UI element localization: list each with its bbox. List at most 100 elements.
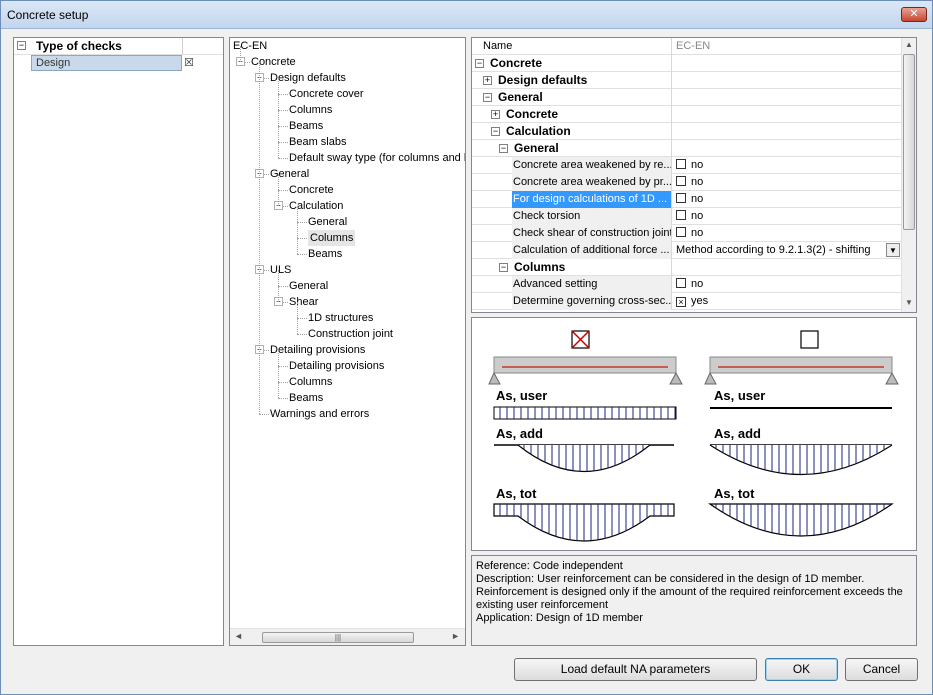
grid-row[interactable]: Concrete area weakened by pr... no [472,174,902,191]
grid-row-value[interactable] [671,89,902,106]
tree-item-concrete[interactable]: Concrete [289,182,334,198]
grid-row-value[interactable]: × yes [671,293,902,310]
type-of-checks-header: − Type of checks [14,38,223,55]
as-user-label-right: As, user [714,388,765,403]
collapse-icon[interactable]: − [17,41,26,50]
collapse-icon[interactable]: − [475,59,484,68]
scroll-down-icon[interactable]: ▼ [905,298,913,307]
checkbox[interactable] [676,193,686,203]
design-checkbox[interactable]: ☒ [184,56,194,69]
grid-row[interactable]: − General [472,89,902,106]
grid-row-value[interactable]: Method according to 9.2.1.3(2) - shiftin… [671,242,902,259]
tree-item-detailing-provisions[interactable]: Detailing provisions [289,358,384,374]
tree-item-beams[interactable]: Beams [289,118,323,134]
tree-item-default-sway-type-for-columns-and-beams-[interactable]: Default sway type (for columns and beams… [289,150,465,166]
grid-row[interactable]: − Concrete [472,55,902,72]
grid-row-value[interactable] [671,106,902,123]
checkbox[interactable] [676,227,686,237]
beam-left-icon [493,356,677,374]
grid-row[interactable]: Check torsion no [472,208,902,225]
tree-item-uls[interactable]: ULS [270,262,291,278]
grid-row[interactable]: − General [472,140,902,157]
tree-item-1d-structures[interactable]: 1D structures [308,310,373,326]
tree-item-general[interactable]: General [270,166,309,182]
grid-row-name: Concrete [506,107,559,121]
grid-row[interactable]: − Columns [472,259,902,276]
tree-item-concrete-cover[interactable]: Concrete cover [289,86,364,102]
grid-row-value[interactable]: no [671,157,902,174]
dropdown-arrow-icon[interactable]: ▼ [886,243,900,257]
collapse-icon[interactable]: − [499,144,508,153]
grid-row-value[interactable] [671,123,902,140]
collapse-icon[interactable]: − [491,127,500,136]
checkbox[interactable] [676,278,686,288]
vertical-scrollbar[interactable]: ▲ ▼ [901,38,916,312]
checkbox[interactable] [676,210,686,220]
grid-row-name: Columns [514,260,566,274]
scroll-thumb-vertical[interactable] [903,54,915,230]
calculation-method-select[interactable]: Method according to 9.2.1.3(2) - shiftin… [676,244,870,256]
tree-item-concrete[interactable]: Concrete [251,54,296,70]
tree-root[interactable]: EC-EN [233,38,267,54]
grid-row[interactable]: Advanced setting no [472,276,902,293]
grid-row[interactable]: Calculation of additional force ... Metho… [472,242,902,259]
tree-item-columns[interactable]: Columns [289,374,332,390]
expand-icon[interactable]: + [483,76,492,85]
checkbox-value: no [691,278,704,290]
grid-row-name: Calculation of additional force ... [512,242,671,259]
tree-item-warnings-and-errors[interactable]: Warnings and errors [270,406,369,422]
load-default-na-button[interactable]: Load default NA parameters [514,658,757,681]
tree-item-general[interactable]: General [289,278,328,294]
desc-line-4: existing user reinforcement [476,599,609,611]
tree-item-columns[interactable]: Columns [289,102,332,118]
cancel-button[interactable]: Cancel [845,658,918,681]
grid-row[interactable]: Concrete area weakened by re... no [472,157,902,174]
scroll-up-icon[interactable]: ▲ [905,40,913,49]
tree-item-shear[interactable]: Shear [289,294,318,310]
tree-item-columns[interactable]: Columns [308,230,356,246]
grid-row-value[interactable]: no [671,225,902,242]
design-row[interactable]: Design [31,55,182,71]
tree-item-beams[interactable]: Beams [289,390,323,406]
horizontal-scrollbar[interactable]: ◄ ||| ► [230,628,465,645]
grid-row[interactable]: − Calculation [472,123,902,140]
grid-row[interactable]: + Design defaults [472,72,902,89]
grid-row[interactable]: + Concrete [472,106,902,123]
checkbox-value: no [691,176,704,188]
close-icon[interactable]: ✕ [901,7,927,22]
grid-row-value[interactable]: no [671,276,902,293]
property-grid: Name EC-EN − Concrete + Design defaults − Gen… [471,37,917,313]
tree-item-detailing-provisions[interactable]: Detailing provisions [270,342,365,358]
as-add-label-right: As, add [714,426,761,441]
grid-row-value[interactable] [671,55,902,72]
tree-item-design-defaults[interactable]: Design defaults [270,70,346,86]
scroll-thumb[interactable]: ||| [262,632,414,643]
tree-item-beam-slabs[interactable]: Beam slabs [289,134,346,150]
collapse-icon[interactable]: − [499,263,508,272]
grid-row-value[interactable] [671,140,902,157]
grid-row-name: General [498,90,543,104]
grid-row[interactable]: Check shear of construction joint no [472,225,902,242]
tree-item-construction-joint[interactable]: Construction joint [308,326,393,342]
checkbox[interactable] [676,176,686,186]
unchecked-box-icon [800,330,819,349]
grid-row-value[interactable]: no [671,174,902,191]
grid-row-name: Concrete area weakened by re... [512,157,671,174]
window-title: Concrete setup [7,8,89,22]
scroll-left-icon[interactable]: ◄ [234,631,243,641]
ok-button[interactable]: OK [765,658,838,681]
grid-row-value[interactable]: no [671,191,902,208]
checkbox[interactable]: × [676,297,686,307]
tree-item-beams[interactable]: Beams [308,246,342,262]
checkbox[interactable] [676,159,686,169]
grid-row[interactable]: For design calculations of 1D ... no [472,191,902,208]
grid-row-value[interactable]: no [671,208,902,225]
checkbox-value: yes [691,295,709,307]
tree-item-general[interactable]: General [308,214,347,230]
grid-row-value[interactable] [671,72,902,89]
scroll-right-icon[interactable]: ► [451,631,460,641]
collapse-icon[interactable]: − [483,93,492,102]
grid-row-value[interactable] [671,259,902,276]
grid-row[interactable]: Determine governing cross-sec... × yes [472,293,902,310]
expand-icon[interactable]: + [491,110,500,119]
